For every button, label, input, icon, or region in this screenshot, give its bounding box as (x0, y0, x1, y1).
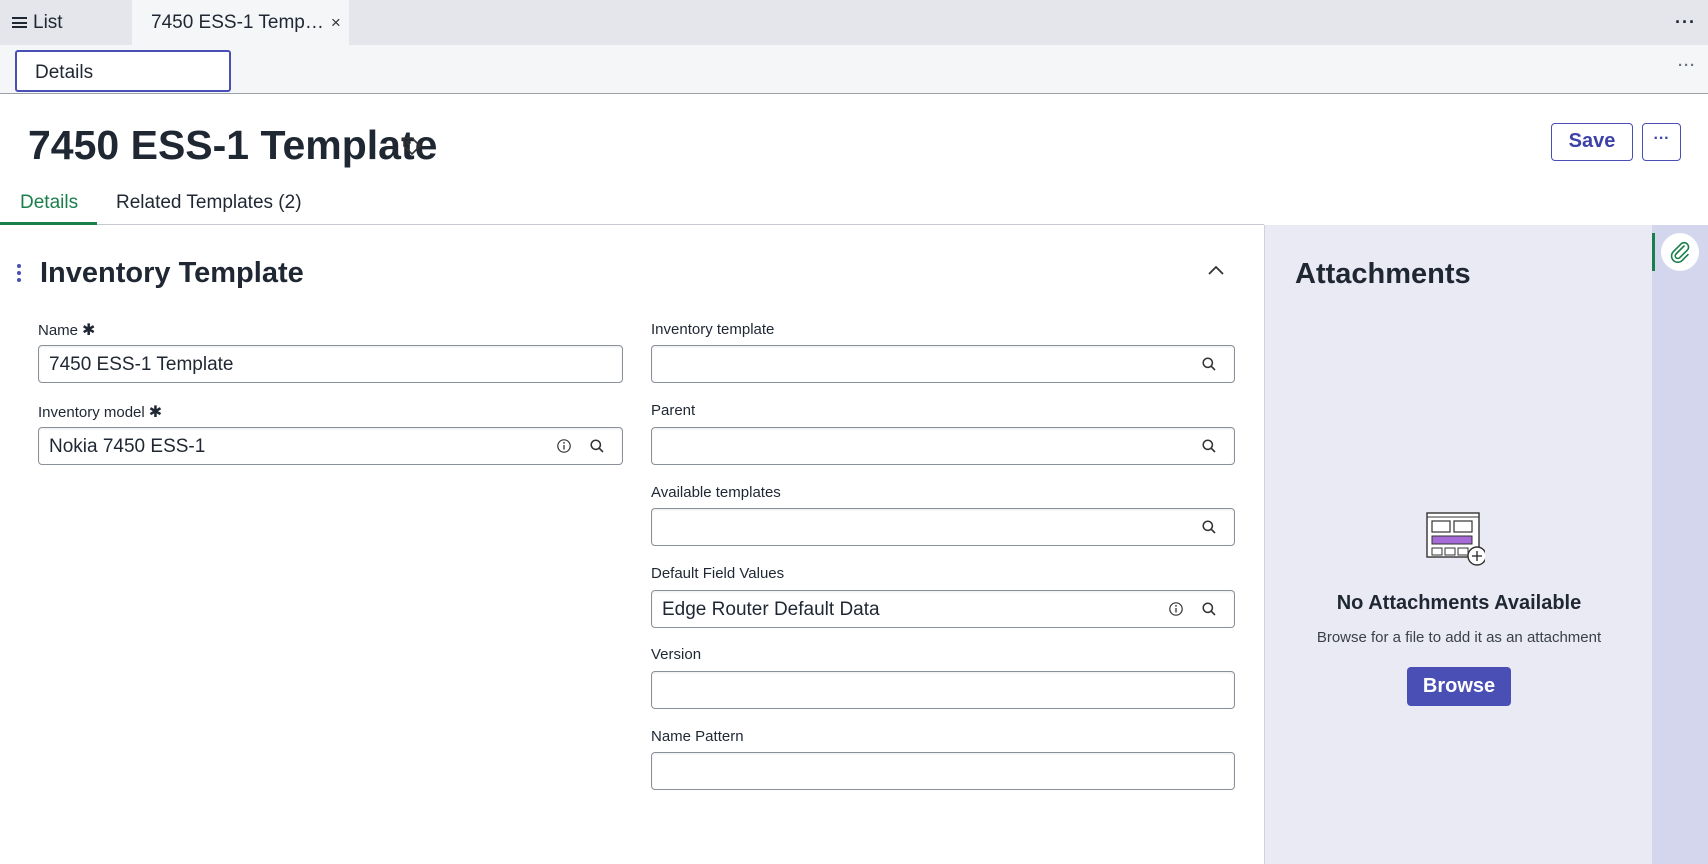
no-attachments-hint: Browse for a file to add it as an attach… (1316, 629, 1602, 646)
tab-record-label: 7450 ESS-1 Temp… (151, 11, 324, 33)
name-label: Name ✱ (38, 322, 96, 339)
tab-record[interactable]: 7450 ESS-1 Temp… × (132, 0, 349, 45)
default-field-values-label: Default Field Values (651, 565, 785, 582)
side-rail (1652, 225, 1708, 864)
top-tab-strip: List 7450 ESS-1 Temp… × ··· (0, 0, 1708, 45)
search-icon[interactable] (1201, 356, 1217, 372)
tab-list[interactable]: List (0, 0, 132, 45)
search-icon[interactable] (1201, 519, 1217, 535)
info-icon[interactable] (1168, 601, 1184, 617)
section-title: Inventory Template (40, 257, 304, 289)
parent-label: Parent (651, 402, 696, 419)
drag-handle-icon[interactable] (17, 264, 21, 285)
close-icon[interactable]: × (331, 13, 341, 33)
chevron-up-icon[interactable] (1206, 262, 1226, 278)
name-pattern-field[interactable] (651, 752, 1235, 790)
more-icon[interactable]: ··· (1675, 12, 1696, 33)
version-label: Version (651, 646, 702, 663)
inventory-template-label: Inventory template (651, 321, 775, 338)
search-icon[interactable] (1201, 601, 1217, 617)
subbar-more-icon[interactable]: ··· (1678, 57, 1696, 74)
available-templates-field[interactable] (651, 508, 1235, 546)
name-value: 7450 ESS-1 Template (49, 354, 234, 375)
attachment-empty-icon (1426, 512, 1485, 566)
no-attachments-title: No Attachments Available (1336, 592, 1582, 614)
inventory-model-value: Nokia 7450 ESS-1 (49, 436, 206, 457)
list-icon (12, 17, 27, 28)
browse-button[interactable]: Browse (1407, 667, 1511, 706)
save-button[interactable]: Save (1551, 123, 1633, 161)
attachments-title: Attachments (1295, 258, 1471, 290)
attachments-rail-button[interactable] (1661, 233, 1699, 271)
tab-related-templates[interactable]: Related Templates (2) (116, 192, 302, 214)
tab-details[interactable]: Details (20, 192, 78, 214)
default-field-values-value: Edge Router Default Data (662, 599, 880, 620)
paperclip-icon (1670, 241, 1690, 263)
subtab-details[interactable]: Details (15, 50, 231, 92)
name-field[interactable]: 7450 ESS-1 Template (38, 345, 623, 383)
rail-active-marker (1652, 233, 1655, 271)
inventory-model-field[interactable]: Nokia 7450 ESS-1 (38, 427, 623, 465)
inventory-template-field[interactable] (651, 345, 1235, 383)
page-title: 7450 ESS-1 Template (28, 122, 438, 168)
tag-icon[interactable] (401, 135, 423, 157)
name-pattern-label: Name Pattern (651, 728, 744, 745)
form-tabs: Details Related Templates (2) (0, 186, 1264, 225)
required-icon: ✱ (148, 404, 163, 421)
inventory-model-label: Inventory model ✱ (38, 404, 163, 421)
default-field-values-field[interactable]: Edge Router Default Data (651, 590, 1235, 628)
more-actions-button[interactable]: ··· (1642, 123, 1681, 161)
search-icon[interactable] (1201, 438, 1217, 454)
parent-field[interactable] (651, 427, 1235, 465)
version-field[interactable] (651, 671, 1235, 709)
available-templates-label: Available templates (651, 484, 781, 501)
attachments-panel: Attachments No Attachments Available Bro… (1264, 225, 1652, 864)
sub-tab-bar: Details ··· (0, 45, 1708, 94)
required-icon: ✱ (82, 322, 96, 339)
tab-list-label: List (33, 11, 63, 33)
search-icon[interactable] (589, 438, 605, 454)
info-icon[interactable] (556, 438, 572, 454)
active-tab-indicator (0, 222, 97, 225)
